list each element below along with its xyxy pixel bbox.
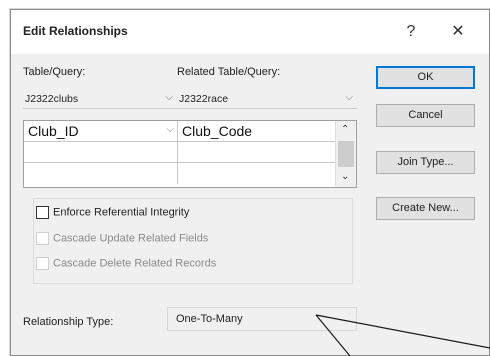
callout-pointer bbox=[315, 314, 490, 356]
